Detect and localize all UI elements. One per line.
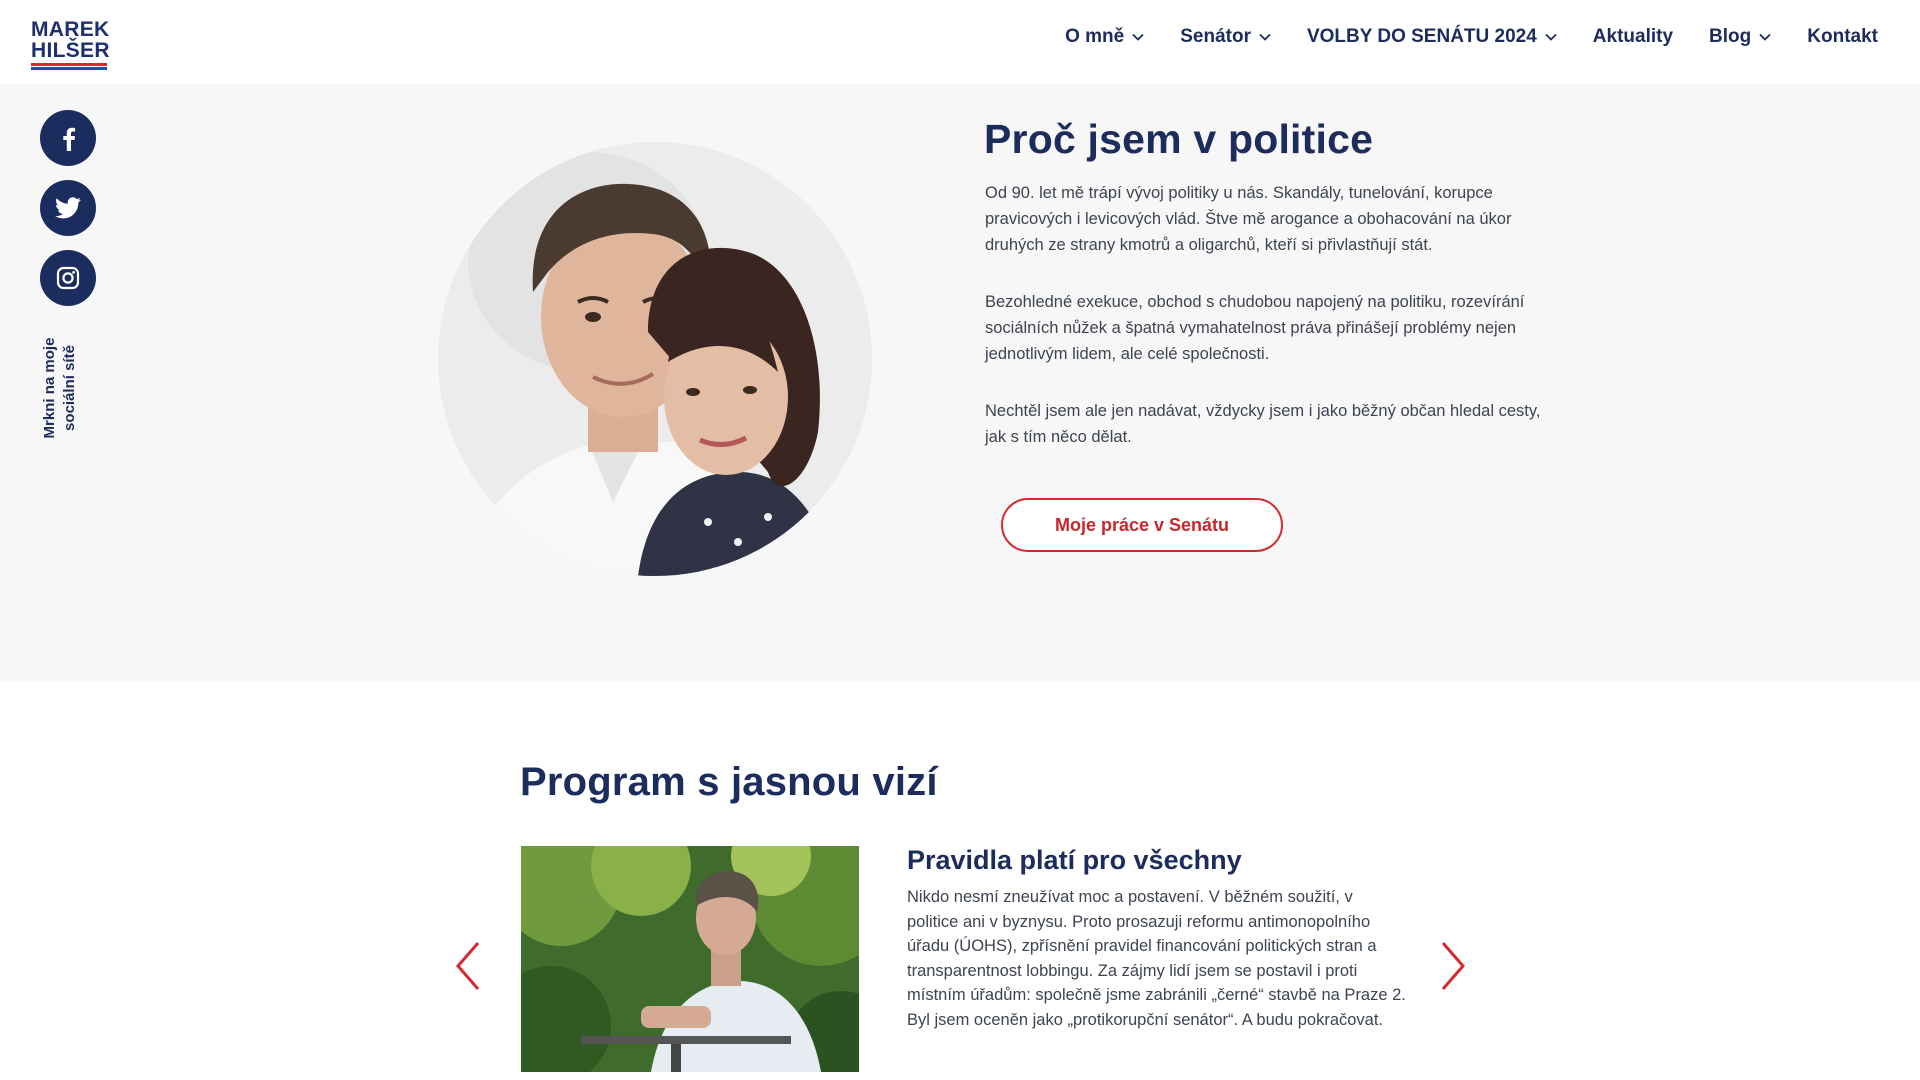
senate-work-button[interactable]: Moje práce v Senátu xyxy=(1001,498,1283,552)
hero-paragraph-2: Bezohledné exekuce, obchod s chudobou na… xyxy=(985,293,1525,363)
social-caption-line-2: sociální sítě xyxy=(61,345,78,431)
nav-label: Blog xyxy=(1709,26,1752,47)
nav-item-aktuality[interactable]: Aktuality xyxy=(1593,26,1673,48)
facebook-button[interactable] xyxy=(40,110,96,166)
logo-line-1: MAREK xyxy=(31,18,110,41)
social-caption-line-1: Mrkni na moje xyxy=(41,337,58,439)
hero-section xyxy=(0,84,1920,682)
program-slide-text: Nikdo nesmí zneužívat moc a postavení. V… xyxy=(907,888,1406,1029)
nav-item-kontakt[interactable]: Kontakt xyxy=(1807,26,1878,48)
twitter-icon xyxy=(55,197,81,219)
site-logo[interactable]: MAREK HILŠER xyxy=(31,18,110,70)
carousel-next-button[interactable] xyxy=(1438,940,1468,992)
logo-blue-bar xyxy=(31,67,107,70)
site-header: MAREK HILŠER O mně Senátor VOLBY DO SENÁ… xyxy=(0,0,1920,84)
program-slide-heading: Pravidla platí pro všechny xyxy=(907,845,1242,875)
logo-line-2: HILŠER xyxy=(31,39,110,62)
couple-portrait-photo xyxy=(438,142,872,576)
nav-item-o-mne[interactable]: O mně xyxy=(1065,26,1144,48)
chevron-down-icon xyxy=(1545,33,1557,41)
nav-label: Aktuality xyxy=(1592,26,1674,47)
social-links xyxy=(40,110,96,320)
nav-item-blog[interactable]: Blog xyxy=(1709,26,1771,48)
logo-red-bar xyxy=(31,63,107,66)
social-caption: Mrkni na moje sociální sítě xyxy=(40,330,100,450)
twitter-button[interactable] xyxy=(40,180,96,236)
nav-item-senator[interactable]: Senátor xyxy=(1180,26,1271,48)
main-nav: O mně Senátor VOLBY DO SENÁTU 2024 Aktua… xyxy=(1029,26,1878,48)
chevron-down-icon xyxy=(1132,33,1144,41)
program-title: Program s jasnou vizí xyxy=(520,760,938,804)
hero-paragraph-3: Nechtěl jsem ale jen nadávat, vždycky js… xyxy=(985,402,1541,446)
chevron-down-icon xyxy=(1759,33,1771,41)
instagram-button[interactable] xyxy=(40,250,96,306)
nav-label: VOLBY DO SENÁTU 2024 xyxy=(1306,26,1537,47)
instagram-icon xyxy=(56,266,80,290)
chevron-down-icon xyxy=(1259,33,1271,41)
hero-title: Proč jsem v politice xyxy=(984,116,1374,162)
facebook-icon xyxy=(63,127,76,151)
nav-label: O mně xyxy=(1065,26,1125,47)
hero-paragraph-1: Od 90. let mě trápí vývoj politiky u nás… xyxy=(985,184,1512,254)
nav-label: Senátor xyxy=(1180,26,1251,47)
carousel-prev-button[interactable] xyxy=(453,940,483,992)
chevron-right-icon xyxy=(1441,942,1465,990)
nav-item-volby[interactable]: VOLBY DO SENÁTU 2024 xyxy=(1307,26,1557,48)
chevron-left-icon xyxy=(456,942,480,990)
program-slide-photo xyxy=(521,846,859,1072)
nav-label: Kontakt xyxy=(1807,26,1878,47)
